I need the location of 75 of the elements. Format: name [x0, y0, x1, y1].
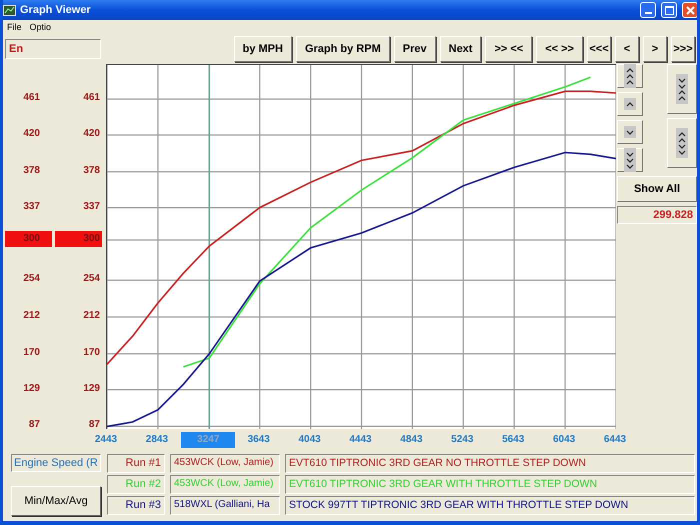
maximize-icon [664, 6, 674, 14]
y-axis-label: 420 [22, 127, 41, 141]
y-axis-label: 337 [82, 200, 101, 214]
vehicle-field: 518WXL (Galliani, Ha [170, 496, 280, 515]
vehicle-field: 453WCK (Low, Jamie) [170, 475, 280, 494]
chevron-stack-icon [676, 74, 688, 104]
triple-up-chevron-icon [624, 64, 636, 88]
run-description: EVT610 TIPTRONIC 3RD GEAR WITH THROTTLE STEP DOWN [285, 475, 695, 494]
toolbar-button[interactable]: <<< [587, 36, 611, 62]
y-axis-label: 254 [22, 272, 41, 286]
zoom-button[interactable] [667, 118, 697, 168]
y-axis-label: 87 [28, 418, 41, 432]
y-axis-label: 378 [22, 164, 41, 178]
up-chevron-icon [624, 98, 636, 110]
y-axis-label: 461 [22, 91, 41, 106]
run-description: STOCK 997TT TIPTRONIC 3RD GEAR WITH THROTTLE STEP DOWN [285, 496, 695, 515]
toolbar-button[interactable]: > [643, 36, 667, 62]
minimize-icon [644, 12, 652, 14]
toolbar-button[interactable]: Graph by RPM [296, 36, 390, 62]
x-axis-label: 2843 [144, 433, 170, 447]
show-all-button[interactable]: Show All [617, 176, 697, 202]
toolbar-button[interactable]: >>> [671, 36, 695, 62]
minimize-button[interactable] [640, 2, 656, 18]
toolbar-button[interactable]: << >> [536, 36, 583, 62]
x-axis-label: 6043 [552, 433, 576, 447]
run-description: EVT610 TIPTRONIC 3RD GEAR NO THROTTLE STEP DOWN [285, 454, 695, 473]
y-axis-label: 87 [88, 418, 101, 432]
x-axis-label: 3247 [181, 432, 236, 448]
maximize-button[interactable] [661, 2, 677, 18]
run-label: Run #1 [107, 454, 165, 473]
y-axis-label: 300 [5, 231, 52, 247]
y-axis-label: 129 [22, 382, 41, 396]
y-axis-label: 170 [22, 346, 41, 360]
toolbar-button[interactable]: >> << [485, 36, 532, 62]
x-axis-label: 2443 [94, 433, 118, 447]
x-axis-label: 6443 [602, 433, 628, 447]
toolbar-button[interactable]: by MPH [234, 36, 292, 62]
value-readout: 299.828 [617, 206, 697, 224]
x-axis-label: 5643 [501, 433, 526, 447]
down-chevron-icon [624, 126, 636, 138]
window-title: Graph Viewer [20, 4, 91, 16]
y-axis-label: 461 [82, 91, 101, 106]
toolbar-button[interactable]: Prev [394, 36, 436, 62]
toolbar-button[interactable]: < [615, 36, 639, 62]
channel-field[interactable]: En [5, 39, 101, 59]
y-axis-label: 378 [82, 164, 101, 178]
close-button[interactable] [682, 2, 697, 18]
scroll-button[interactable] [617, 148, 643, 172]
x-axis-label: 4043 [297, 433, 322, 447]
scroll-button[interactable] [617, 64, 643, 88]
y-axis-label: 212 [22, 309, 41, 323]
y-axis-label: 212 [82, 309, 101, 323]
triple-down-chevron-icon [624, 148, 636, 172]
vehicle-field: 453WCK (Low, Jamie) [170, 454, 280, 473]
y-axis-label: 254 [82, 272, 101, 286]
y-axis-label: 337 [22, 200, 41, 214]
chevron-stack-icon [676, 128, 688, 158]
x-axis-label: 5243 [450, 433, 474, 447]
y-axis-label: 420 [82, 127, 101, 141]
x-axis-label: 4843 [399, 433, 424, 447]
zoom-button[interactable] [667, 64, 697, 114]
x-axis-label: 3643 [246, 433, 271, 447]
menu-item[interactable]: Optio [30, 22, 52, 32]
y-axis-label: 300 [55, 231, 102, 247]
run-label: Run #3 [107, 496, 165, 515]
y-axis-label: 170 [82, 346, 101, 360]
y-axis-label: 129 [82, 382, 101, 396]
toolbar-button[interactable]: Next [440, 36, 482, 62]
graph-app-icon [3, 4, 16, 16]
min-max-avg-button[interactable]: Min/Max/Avg [11, 486, 101, 516]
close-icon [686, 6, 694, 14]
run-label: Run #2 [107, 475, 165, 494]
channel-field[interactable]: Engine Speed (R [11, 454, 101, 472]
menu-item[interactable]: File [7, 22, 22, 32]
x-axis-label: 4443 [348, 433, 373, 447]
